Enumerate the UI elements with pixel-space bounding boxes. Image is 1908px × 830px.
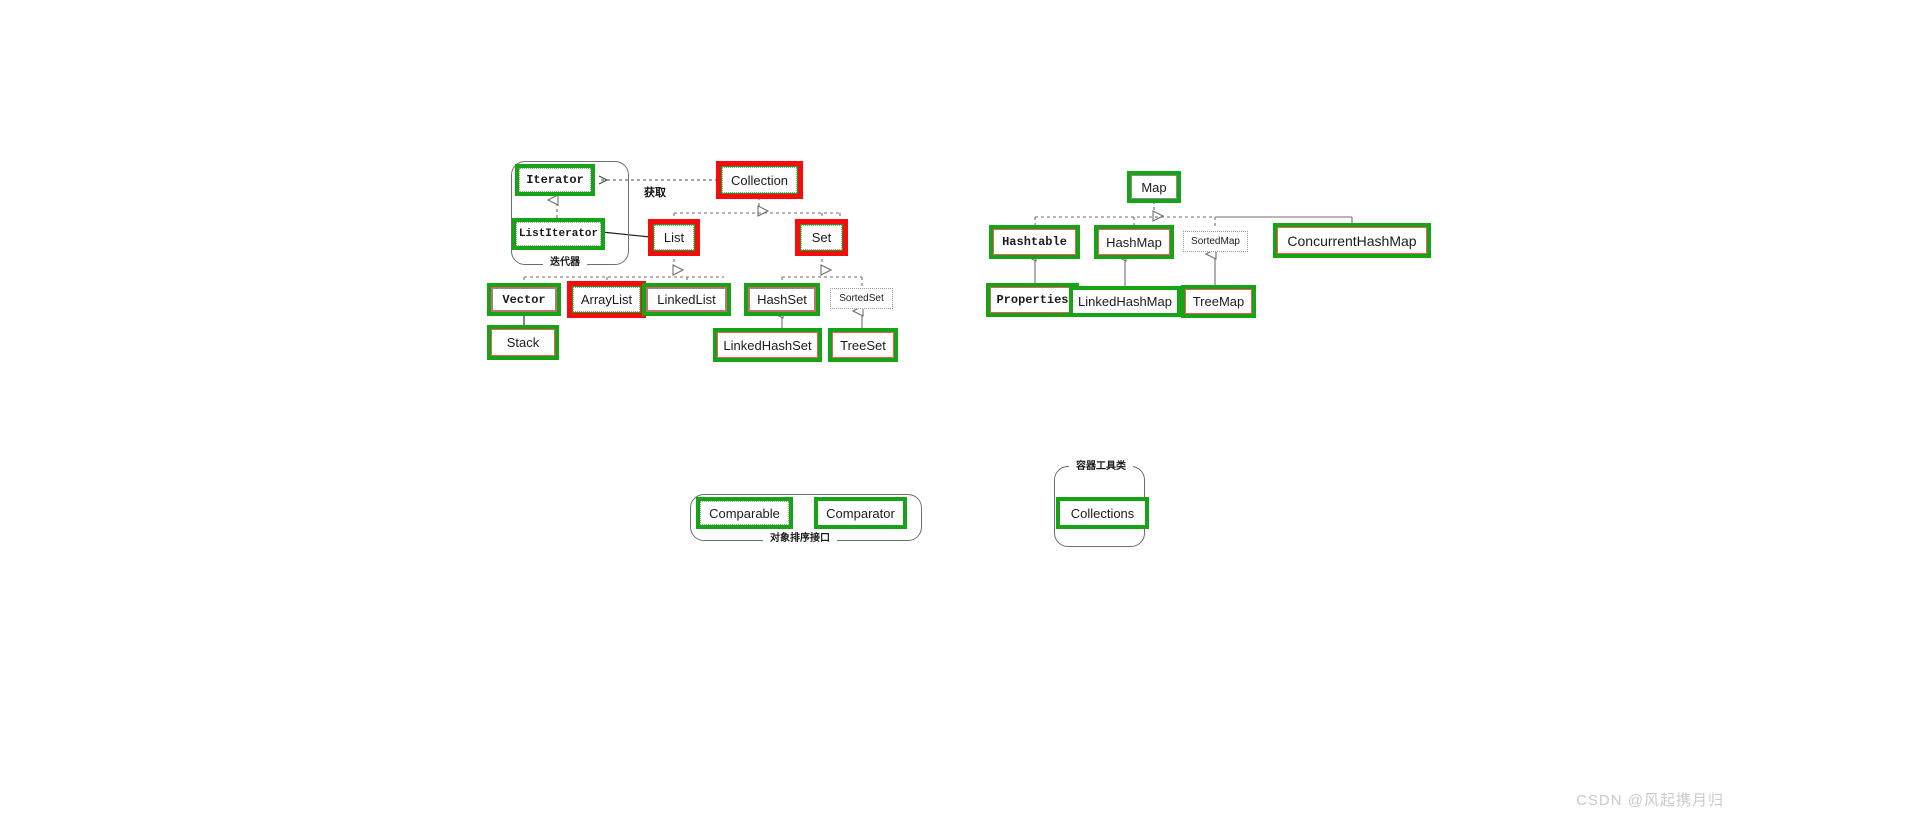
node-concurrenthashmap[interactable]: ConcurrentHashMap	[1278, 228, 1426, 253]
node-arraylist[interactable]: ArrayList	[573, 287, 640, 312]
node-label-hashset: HashSet	[757, 292, 807, 307]
node-label-set: Set	[811, 230, 832, 245]
node-label-hashtable: Hashtable	[1002, 235, 1067, 249]
node-treeset[interactable]: TreeSet	[833, 333, 893, 357]
node-linkedlist[interactable]: LinkedList	[647, 288, 726, 311]
node-listiterator[interactable]: ListIterator	[516, 222, 601, 246]
connector-lines	[523, 0, 1353, 330]
node-label-sortedset: SortedSet	[839, 292, 884, 304]
node-label-iterator: Iterator	[526, 173, 584, 187]
watermark: CSDN @风起携月归	[1576, 792, 1724, 809]
node-label-stack: Stack	[506, 335, 540, 350]
node-collections[interactable]: Collections	[1060, 501, 1145, 525]
node-hashmap[interactable]: HashMap	[1099, 230, 1169, 254]
node-label-hashmap: HashMap	[1106, 234, 1162, 250]
node-list[interactable]: List	[654, 225, 694, 250]
node-sortedmap[interactable]: SortedMap	[1183, 231, 1248, 252]
node-label-treemap: TreeMap	[1192, 294, 1245, 309]
node-sortedset[interactable]: SortedSet	[830, 288, 893, 309]
node-hashset[interactable]: HashSet	[749, 288, 815, 311]
node-label-vector: Vector	[502, 292, 546, 307]
edge-label-acquire: 获取	[641, 188, 669, 199]
node-iterator[interactable]: Iterator	[519, 168, 591, 192]
group-label-sorting-group: 对象排序接口	[763, 534, 837, 544]
node-label-list: List	[663, 230, 685, 245]
node-label-comparator: Comparator	[826, 505, 895, 521]
node-label-collections: Collections	[1070, 505, 1135, 521]
node-linkedhashmap[interactable]: LinkedHashMap	[1073, 290, 1177, 313]
node-treemap[interactable]: TreeMap	[1186, 290, 1251, 313]
node-stack[interactable]: Stack	[492, 330, 554, 355]
node-label-concurrenthashmap: ConcurrentHashMap	[1287, 232, 1417, 249]
node-label-linkedhashset: LinkedHashSet	[723, 337, 812, 353]
node-label-map: Map	[1141, 179, 1167, 195]
node-map[interactable]: Map	[1131, 175, 1177, 199]
node-vector[interactable]: Vector	[492, 288, 556, 311]
node-linkedhashset[interactable]: LinkedHashSet	[718, 333, 817, 357]
node-properties[interactable]: Properties	[991, 288, 1074, 312]
node-label-listiterator: ListIterator	[518, 227, 599, 240]
node-comparator[interactable]: Comparator	[818, 501, 903, 525]
group-label-iterator-group: 迭代器	[543, 258, 587, 268]
diagram-canvas: 迭代器对象排序接口 容器工具类 Iterator ListIterator Colle…	[0, 0, 1908, 830]
node-set[interactable]: Set	[801, 225, 842, 250]
node-collection[interactable]: Collection	[722, 167, 797, 193]
node-comparable[interactable]: Comparable	[700, 501, 789, 525]
group-label-utility-group: 容器工具类	[1069, 462, 1133, 472]
node-label-sortedmap: SortedMap	[1191, 235, 1240, 247]
node-label-properties: Properties	[996, 293, 1069, 307]
node-label-comparable: Comparable	[709, 505, 780, 521]
node-label-linkedlist: LinkedList	[657, 292, 716, 307]
node-hashtable[interactable]: Hashtable	[994, 230, 1075, 254]
node-label-linkedhashmap: LinkedHashMap	[1078, 294, 1172, 309]
node-label-arraylist: ArrayList	[580, 292, 633, 307]
node-label-collection: Collection	[730, 172, 789, 188]
node-label-treeset: TreeSet	[840, 337, 886, 353]
